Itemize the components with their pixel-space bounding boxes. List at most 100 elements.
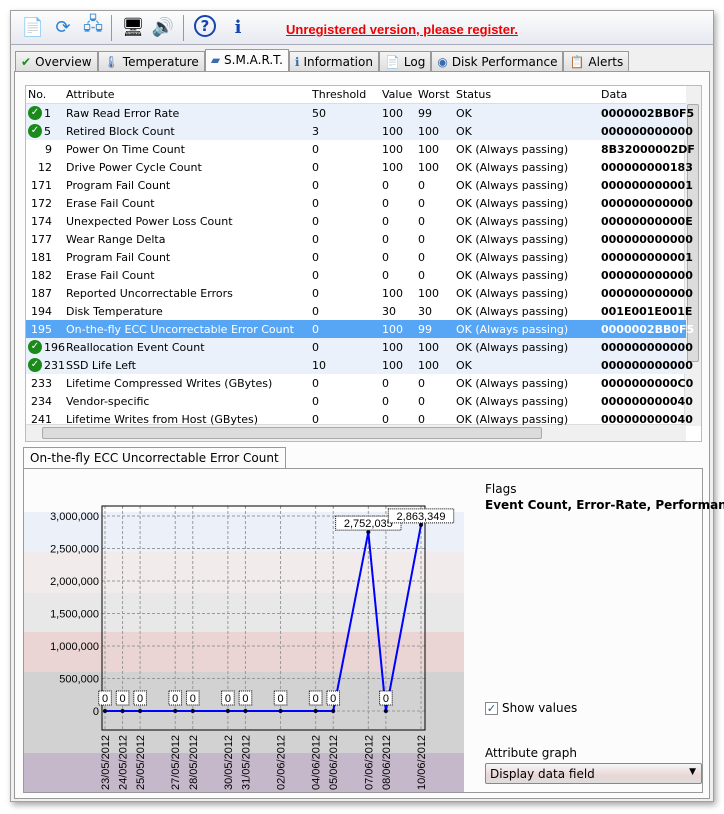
table-row[interactable]: 172 Erase Fail Count 0 0 0 OK (Always passing… [26, 194, 693, 212]
refresh-icon[interactable]: ⟳ [51, 15, 75, 39]
worst: 0 [418, 376, 425, 390]
help-icon[interactable]: ? [194, 15, 216, 37]
data-label: 0 [102, 693, 108, 705]
raw-data: 000000000000 [601, 232, 693, 246]
flags-label: Flags [485, 482, 517, 496]
tab-alerts[interactable]: 📋 Alerts [563, 51, 630, 73]
data-point [278, 709, 283, 713]
check-icon: ✓ [28, 124, 42, 138]
table-row[interactable]: 174 Unexpected Power Loss Count 0 0 0 OK (Alw… [26, 212, 693, 230]
table-row[interactable]: ✓ 5 Retired Block Count 3 100 100 OK 0000000000… [26, 122, 693, 140]
checkbox-check-icon: ✓ [485, 701, 498, 715]
info-icon[interactable]: i [226, 15, 250, 39]
status: OK (Always passing) [456, 160, 569, 174]
threshold: 0 [312, 322, 319, 336]
column-header[interactable]: Threshold [312, 88, 366, 101]
attribute-id: 5 [44, 124, 51, 138]
tab-log[interactable]: 📄 Log [378, 51, 432, 73]
table-row[interactable]: 12 Drive Power Cycle Count 0 100 100 OK (Alwa… [26, 158, 693, 176]
report-icon[interactable]: 📄 [21, 15, 45, 39]
table-row[interactable]: 233 Lifetime Compressed Writes (GBytes) 0 0… [26, 374, 693, 392]
flags-value: Event Count, Error-Rate, Performance [485, 498, 724, 512]
worst: 99 [418, 322, 432, 336]
table-row[interactable]: 187 Reported Uncorrectable Errors 0 100 100 O… [26, 284, 693, 302]
tab-attribute-detail[interactable]: On-the-fly ECC Uncorrectable Error Count [23, 447, 286, 469]
smart-table[interactable]: No. Attribute Threshold Value Worst Status Dat… [25, 85, 702, 442]
tab-s-m-a-r-t-[interactable]: ▰ S.M.A.R.T. [204, 49, 289, 73]
status: OK [456, 358, 472, 372]
worst: 0 [418, 232, 425, 246]
table-row[interactable]: 234 Vendor-specific 0 0 0 OK (Always passing)… [26, 392, 693, 410]
tab-disk-performance[interactable]: ◉ Disk Performance [431, 51, 564, 73]
status: OK (Always passing) [456, 196, 569, 210]
column-header[interactable]: Attribute [66, 88, 115, 101]
column-header[interactable]: No. [28, 88, 46, 101]
worst: 0 [418, 394, 425, 408]
attribute-graph-label: Attribute graph [485, 746, 577, 760]
attribute-name: Unexpected Power Loss Count [66, 214, 233, 228]
x-tick-label: 05/06/2012 [328, 735, 340, 790]
threshold: 0 [312, 268, 319, 282]
attribute-id: 177 [31, 232, 52, 246]
y-tick-label: 2,000,000 [50, 576, 99, 588]
attribute-id: 171 [31, 178, 52, 192]
table-row[interactable]: ✓ 1 Raw Read Error Rate 50 100 99 OK 0000002BB0… [26, 104, 694, 122]
data-label: 0 [330, 693, 336, 705]
tab-information[interactable]: ℹ Information [288, 51, 379, 73]
table-row[interactable]: ✓ 196 Reallocation Event Count 0 100 100 OK (A… [26, 338, 693, 356]
settings-icon[interactable]: 🖥 [121, 15, 145, 39]
column-header[interactable]: Status [456, 88, 491, 101]
worst: 0 [418, 196, 425, 210]
table-row[interactable]: 195 On-the-fly ECC Uncorrectable Error Co… [26, 320, 694, 338]
x-tick-label: 31/05/2012 [240, 735, 252, 790]
column-header[interactable]: Value [382, 88, 412, 101]
show-values-checkbox[interactable]: ✓ Show values [485, 701, 577, 715]
attribute-name: Vendor-specific [66, 394, 150, 408]
table-row[interactable]: 194 Disk Temperature 0 30 30 OK (Always passi… [26, 302, 692, 320]
table-row[interactable]: 181 Program Fail Count 0 0 0 OK (Always passi… [26, 248, 693, 266]
raw-data: 00000000000E [601, 214, 693, 228]
data-label: 0 [383, 693, 389, 705]
attribute-name: Reallocation Event Count [66, 340, 205, 354]
table-row[interactable]: ✓ 231 SSD Life Left 10 100 100 OK 000000000000 [26, 356, 693, 374]
tab-label: S.M.A.R.T. [224, 53, 283, 67]
table-row[interactable]: 177 Wear Range Delta 0 0 0 OK (Always passing… [26, 230, 693, 248]
tab-bar: ✔ Overview 🌡 Temperature ▰ S.M.A.R.T. ℹ Informa… [15, 49, 630, 73]
sound-icon[interactable]: 🔊 [151, 15, 175, 39]
attribute-id: 234 [31, 394, 52, 408]
attribute-name: Power On Time Count [66, 142, 185, 156]
threshold: 0 [312, 394, 319, 408]
raw-data: 000000000040 [601, 412, 693, 426]
column-header[interactable]: Data [601, 88, 627, 101]
register-link[interactable]: Unregistered version, please register. [286, 22, 518, 37]
column-header[interactable]: Worst [418, 88, 450, 101]
tab-overview[interactable]: ✔ Overview [15, 51, 98, 73]
attribute-id: 181 [31, 250, 52, 264]
attribute-name: Wear Range Delta [66, 232, 166, 246]
tab-temperature[interactable]: 🌡 Temperature [97, 51, 205, 73]
raw-data: 000000000001 [601, 250, 693, 264]
attribute-name: Lifetime Writes from Host (GBytes) [66, 412, 259, 426]
table-row[interactable]: 171 Program Fail Count 0 0 0 OK (Always passi… [26, 176, 693, 194]
worst: 0 [418, 178, 425, 192]
network-icon[interactable]: 🖧 [81, 14, 105, 39]
value: 100 [382, 286, 403, 300]
y-tick-label: 1,000,000 [50, 641, 99, 653]
x-tick-label: 25/05/2012 [135, 735, 147, 790]
attribute-graph-select[interactable]: Display data field ▼ [485, 763, 702, 784]
threshold: 0 [312, 304, 319, 318]
x-tick-label: 30/05/2012 [223, 735, 235, 790]
table-row[interactable]: 182 Erase Fail Count 0 0 0 OK (Always passing… [26, 266, 693, 284]
table-row[interactable]: 241 Lifetime Writes from Host (GBytes) 0 0 0… [26, 410, 693, 428]
raw-data: 000000000000 [601, 286, 693, 300]
attribute-id: 233 [31, 376, 52, 390]
status: OK (Always passing) [456, 412, 569, 426]
threshold: 0 [312, 412, 319, 426]
attribute-name: Erase Fail Count [66, 196, 155, 210]
raw-data: 8B32000002DF [601, 142, 695, 156]
x-tick-label: 28/05/2012 [188, 735, 200, 790]
table-row[interactable]: 9 Power On Time Count 0 100 100 OK (Always pa… [26, 140, 695, 158]
threshold: 0 [312, 286, 319, 300]
worst: 100 [418, 286, 439, 300]
data-label: 2,863,349 [397, 511, 446, 523]
